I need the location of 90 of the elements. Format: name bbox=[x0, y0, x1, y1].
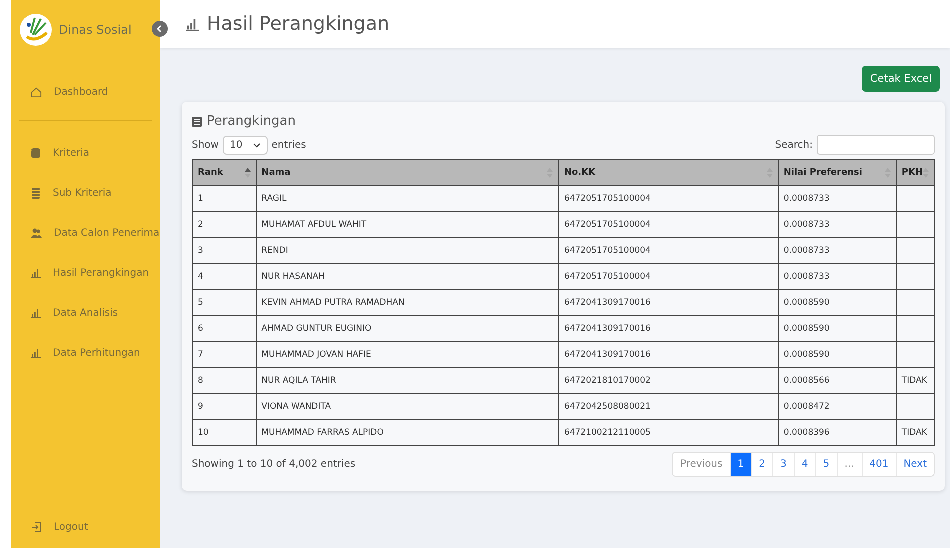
entries-select[interactable]: 10 bbox=[222, 136, 268, 154]
entries-label: entries bbox=[272, 140, 306, 150]
column-header[interactable]: Nama bbox=[256, 160, 559, 186]
card-title: Perangkingan bbox=[207, 114, 296, 129]
sidebar-item[interactable]: Sub Kriteria bbox=[11, 173, 160, 213]
sidebar-item[interactable]: Dashboard bbox=[11, 72, 160, 112]
table-cell: TIDAK bbox=[896, 420, 934, 446]
table-cell: MUHAMAT AFDUL WAHIT bbox=[256, 212, 559, 238]
table-cell: 0.0008590 bbox=[778, 290, 896, 316]
table-cell: 6472051705100004 bbox=[558, 186, 778, 212]
table-cell: 3 bbox=[192, 238, 256, 264]
export-button[interactable]: Cetak Excel bbox=[862, 66, 940, 92]
entries-info: Showing 1 to 10 of 4,002 entries bbox=[192, 459, 356, 470]
table-cell: 0.0008590 bbox=[778, 316, 896, 342]
page-link[interactable]: 2 bbox=[751, 453, 772, 476]
table-cell: 0.0008566 bbox=[778, 368, 896, 394]
table-cell bbox=[896, 264, 934, 290]
logout-icon bbox=[31, 522, 42, 532]
table-cell bbox=[896, 342, 934, 368]
sidebar-item[interactable]: Data Perhitungan bbox=[11, 333, 160, 373]
table-cell: MUHAMMAD JOVAN HAFIE bbox=[256, 342, 559, 368]
sidebar-item[interactable]: Kriteria bbox=[11, 133, 160, 173]
table-cell: 2 bbox=[192, 212, 256, 238]
logo-icon bbox=[19, 13, 53, 47]
bar-chart-icon bbox=[31, 308, 41, 318]
table-cell: 6472100212110005 bbox=[558, 420, 778, 446]
table-cell: 6472051705100004 bbox=[558, 212, 778, 238]
table-cell: 6472042508080021 bbox=[558, 394, 778, 420]
table-cell: 0.0008733 bbox=[778, 238, 896, 264]
bar-chart-icon bbox=[186, 18, 199, 30]
table-cell: 0.0008590 bbox=[778, 342, 896, 368]
table-cell: 8 bbox=[192, 368, 256, 394]
table-cell: 9 bbox=[192, 394, 256, 420]
table-cell bbox=[896, 394, 934, 420]
table-cell bbox=[896, 186, 934, 212]
table-cell: 6472051705100004 bbox=[558, 238, 778, 264]
table-cell: 0.0008472 bbox=[778, 394, 896, 420]
home-icon bbox=[31, 86, 42, 98]
table-cell: 1 bbox=[192, 186, 256, 212]
database-icon bbox=[31, 148, 41, 158]
table-cell: 5 bbox=[192, 290, 256, 316]
table-icon bbox=[192, 116, 202, 126]
table-cell: VIONA WANDITA bbox=[256, 394, 559, 420]
show-label: Show bbox=[192, 140, 219, 150]
search-field[interactable] bbox=[817, 135, 935, 155]
sidebar-item[interactable]: Data Analisis bbox=[11, 293, 160, 333]
table-cell: RENDI bbox=[256, 238, 559, 264]
table-cell: 0.0008733 bbox=[778, 264, 896, 290]
chevron-left-icon bbox=[156, 25, 164, 33]
table-cell: 10 bbox=[192, 420, 256, 446]
page-link[interactable]: Next bbox=[896, 453, 934, 476]
table-cell: 6472051705100004 bbox=[558, 264, 778, 290]
users-icon bbox=[31, 228, 42, 238]
table-cell bbox=[896, 290, 934, 316]
column-header[interactable]: PKH bbox=[896, 160, 934, 186]
brand-name: Dinas Sosial bbox=[59, 23, 132, 37]
table-cell: 0.0008733 bbox=[778, 186, 896, 212]
table-cell: 6472041309170016 bbox=[558, 290, 778, 316]
table-cell: AHMAD GUNTUR EUGINIO bbox=[256, 316, 559, 342]
bar-chart-icon bbox=[31, 348, 41, 358]
table-cell: KEVIN AHMAD PUTRA RAMADHAN bbox=[256, 290, 559, 316]
table-cell: 0.0008733 bbox=[778, 212, 896, 238]
sidebar-item[interactable]: Data Calon Penerima bbox=[11, 213, 160, 253]
table-cell: RAGIL bbox=[256, 186, 559, 212]
table-cell bbox=[896, 238, 934, 264]
table-cell: 6472021810170002 bbox=[558, 368, 778, 394]
table-cell: 6472041309170016 bbox=[558, 316, 778, 342]
column-header[interactable]: Nilai Preferensi bbox=[778, 160, 896, 186]
page-title: Hasil Perangkingan bbox=[207, 13, 390, 35]
sidebar-item[interactable]: Hasil Perangkingan bbox=[11, 253, 160, 293]
bar-chart-icon bbox=[31, 268, 41, 278]
table-cell: 6472041309170016 bbox=[558, 342, 778, 368]
page-link[interactable]: 1 bbox=[730, 453, 752, 476]
table-cell: 7 bbox=[192, 342, 256, 368]
search-label: Search: bbox=[775, 140, 813, 150]
column-header[interactable]: Rank bbox=[192, 160, 256, 186]
table-cell: 4 bbox=[192, 264, 256, 290]
coin-stack-icon bbox=[31, 188, 41, 198]
logout-link[interactable]: Logout bbox=[11, 507, 160, 547]
table-cell: MUHAMMAD FARRAS ALPIDO bbox=[256, 420, 559, 446]
table-cell: TIDAK bbox=[896, 368, 934, 394]
table-cell bbox=[896, 212, 934, 238]
table-cell: 0.0008396 bbox=[778, 420, 896, 446]
table-cell bbox=[896, 316, 934, 342]
collapse-button[interactable] bbox=[152, 21, 168, 37]
column-header[interactable]: No.KK bbox=[558, 160, 778, 186]
table-cell: NUR HASANAH bbox=[256, 264, 559, 290]
chevron-down-icon bbox=[252, 142, 261, 148]
table-cell: 6 bbox=[192, 316, 256, 342]
table-cell: NUR AQILA TAHIR bbox=[256, 368, 559, 394]
